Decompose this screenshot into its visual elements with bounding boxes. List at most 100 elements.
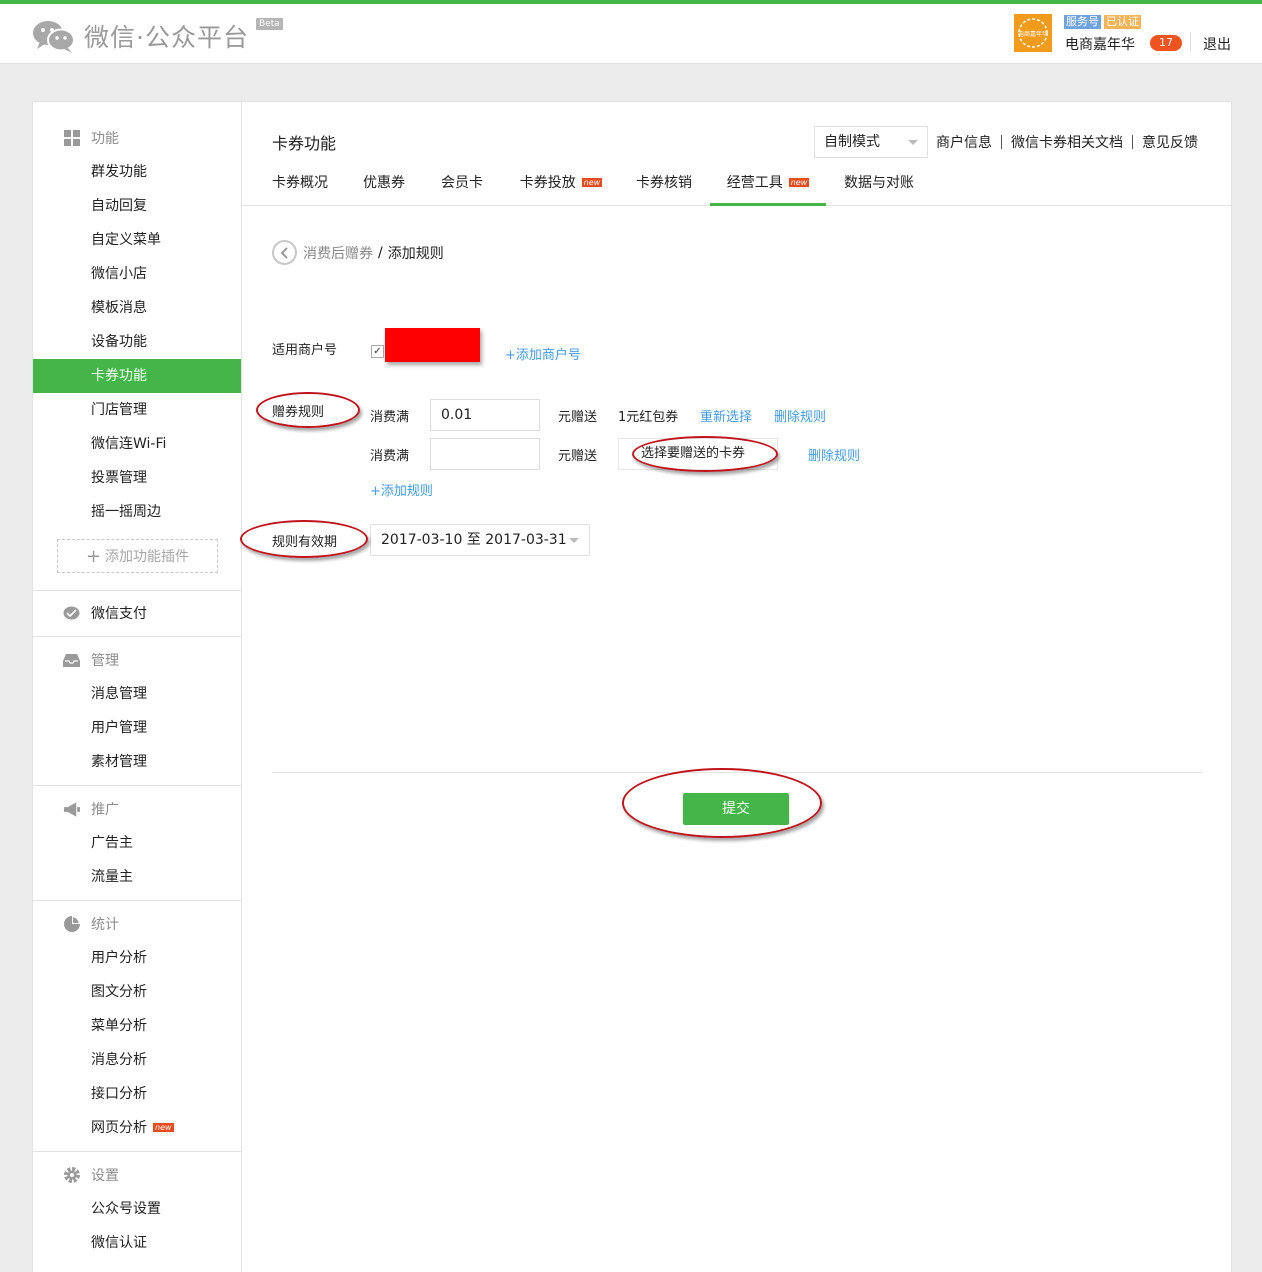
sidebar-item-advertiser[interactable]: 广告主 [33, 826, 241, 860]
merchant-info-link[interactable]: 商户信息 [936, 132, 992, 152]
sidebar-item-store-manage[interactable]: 门店管理 [33, 393, 241, 427]
breadcrumb: 消费后赠券 / 添加规则 [272, 240, 444, 265]
sidebar-item-user-analysis[interactable]: 用户分析 [33, 941, 241, 975]
sidebar-item-materials[interactable]: 素材管理 [33, 745, 241, 779]
gear-icon [63, 1167, 80, 1184]
mode-select[interactable]: 自制模式 [814, 126, 928, 158]
sidebar-item-shake[interactable]: 摇一摇周边 [33, 495, 241, 529]
sidebar-item-api-analysis[interactable]: 接口分析 [33, 1077, 241, 1111]
rule2-amount-input[interactable] [430, 438, 540, 470]
reselect-link[interactable]: 重新选择 [700, 406, 752, 425]
sidebar-item-users[interactable]: 用户管理 [33, 711, 241, 745]
top-header: 微信·公众平台 Beta 电商嘉年华 服务号 已认证 电商嘉年华 17 退出 [0, 4, 1262, 64]
merchant-checkbox[interactable]: ✓ [371, 345, 384, 358]
new-badge: new [581, 178, 603, 187]
sidebar-item-menu-analysis[interactable]: 菜单分析 [33, 1009, 241, 1043]
sidebar-item-device[interactable]: 设备功能 [33, 325, 241, 359]
back-button[interactable] [272, 240, 297, 265]
rule2-prefix: 消费满 [370, 449, 410, 464]
link-divider [1001, 135, 1002, 149]
tab-data-reconcile[interactable]: 数据与对账 [842, 166, 916, 206]
tab-redemption[interactable]: 卡券核销 [634, 166, 694, 206]
sidebar-item-article-analysis[interactable]: 图文分析 [33, 975, 241, 1009]
sidebar-section-stats: 统计 [63, 914, 119, 934]
svg-text:电商嘉年华: 电商嘉年华 [1018, 30, 1048, 38]
account-avatar[interactable]: 电商嘉年华 [1014, 14, 1052, 52]
tab-bar: 卡券概况 优惠券 会员卡 卡券投放 new 卡券核销 经营工具 new 数据与对账 [242, 166, 1232, 206]
logout-link[interactable]: 退出 [1203, 34, 1231, 54]
new-badge: new [153, 1123, 174, 1132]
inbox-icon [63, 652, 80, 669]
sidebar: 功能 群发功能 自动回复 自定义菜单 微信小店 模板消息 设备功能 卡券功能 门… [33, 102, 242, 1272]
pie-chart-icon [63, 916, 80, 933]
sidebar-item-auto-reply[interactable]: 自动回复 [33, 189, 241, 223]
rule1-prefix: 消费满 [370, 410, 410, 425]
chevron-left-icon [280, 246, 288, 259]
tab-business-tools[interactable]: 经营工具 new [710, 166, 826, 206]
tab-member-card[interactable]: 会员卡 [438, 166, 486, 206]
beta-badge: Beta [256, 18, 283, 30]
breadcrumb-separator: / [378, 244, 383, 261]
sidebar-item-messages[interactable]: 消息管理 [33, 677, 241, 711]
rule1-amount-input[interactable]: 0.01 [430, 399, 540, 431]
merchant-label: 适用商户号 [272, 343, 338, 358]
sidebar-item-mass-send[interactable]: 群发功能 [33, 155, 241, 189]
sidebar-item-template-msg[interactable]: 模板消息 [33, 291, 241, 325]
sidebar-item-account-settings[interactable]: 公众号设置 [33, 1192, 241, 1226]
feedback-link[interactable]: 意见反馈 [1142, 132, 1198, 152]
notification-badge[interactable]: 17 [1150, 35, 1182, 51]
sidebar-item-wifi[interactable]: 微信连Wi-Fi [33, 427, 241, 461]
sidebar-section-manage: 管理 [63, 650, 119, 670]
logo-text: 微信·公众平台 [84, 23, 249, 52]
sidebar-section-promo: 推广 [63, 799, 119, 819]
content-frame: 功能 群发功能 自动回复 自定义菜单 微信小店 模板消息 设备功能 卡券功能 门… [32, 101, 1232, 1272]
rule1-mid: 元赠送 [558, 410, 598, 425]
sidebar-divider [33, 590, 241, 591]
megaphone-icon [63, 801, 80, 818]
sidebar-item-vote[interactable]: 投票管理 [33, 461, 241, 495]
add-merchant-link[interactable]: +添加商户号 [505, 344, 581, 363]
sidebar-divider [33, 785, 241, 786]
chevron-down-icon [908, 140, 918, 145]
tab-distribution[interactable]: 卡券投放 new [518, 166, 604, 206]
sidebar-item-publisher[interactable]: 流量主 [33, 860, 241, 894]
new-badge: new [788, 178, 810, 187]
plus-icon: + [85, 545, 102, 567]
choose-card-button[interactable]: 选择要赠送的卡券 [618, 438, 778, 470]
card-docs-link[interactable]: 微信卡券相关文档 [1011, 132, 1123, 152]
sidebar-item-custom-menu[interactable]: 自定义菜单 [33, 223, 241, 257]
service-account-tag: 服务号 [1064, 15, 1101, 29]
submit-button[interactable]: 提交 [683, 793, 789, 825]
tab-overview[interactable]: 卡券概况 [272, 166, 328, 206]
main-panel: 卡券功能 自制模式 商户信息 微信卡券相关文档 意见反馈 卡券概况 优惠券 会员… [240, 102, 1232, 1272]
rule2-mid: 元赠送 [558, 449, 598, 464]
sidebar-item-message-analysis[interactable]: 消息分析 [33, 1043, 241, 1077]
tab-coupons[interactable]: 优惠券 [356, 166, 412, 206]
page-title: 卡券功能 [272, 134, 337, 153]
add-rule-link[interactable]: +添加规则 [370, 480, 433, 499]
sidebar-item-card-coupon[interactable]: 卡券功能 [33, 359, 241, 393]
rule2-delete-link[interactable]: 删除规则 [808, 445, 860, 464]
breadcrumb-current: 添加规则 [387, 245, 444, 262]
grid-icon [63, 130, 80, 147]
sidebar-item-wechat-store[interactable]: 微信小店 [33, 257, 241, 291]
validity-label: 规则有效期 [272, 535, 338, 550]
sidebar-item-web-analysis[interactable]: 网页分析 new [33, 1111, 241, 1145]
sidebar-divider [33, 900, 241, 901]
add-plugin-button[interactable]: + 添加功能插件 [57, 539, 218, 573]
sidebar-item-wechat-pay[interactable]: 微信支付 [63, 603, 147, 623]
rule1-delete-link[interactable]: 删除规则 [774, 406, 826, 425]
account-name[interactable]: 电商嘉年华 [1065, 34, 1135, 54]
sidebar-item-verification[interactable]: 微信认证 [33, 1226, 241, 1260]
redacted-merchant-id [385, 328, 480, 362]
verified-tag: 已认证 [1104, 15, 1141, 29]
sidebar-section-settings: 设置 [63, 1165, 119, 1185]
header-divider [1190, 32, 1191, 52]
pay-icon [63, 605, 80, 622]
sidebar-divider [33, 1151, 241, 1152]
rule1-gift: 1元红包券 [618, 410, 679, 425]
breadcrumb-parent[interactable]: 消费后赠券 [303, 243, 373, 263]
date-range-picker[interactable]: 2017-03-10 至 2017-03-31 [370, 524, 590, 556]
rule-label: 赠券规则 [272, 405, 325, 420]
wechat-logo[interactable]: 微信·公众平台 [32, 18, 249, 54]
